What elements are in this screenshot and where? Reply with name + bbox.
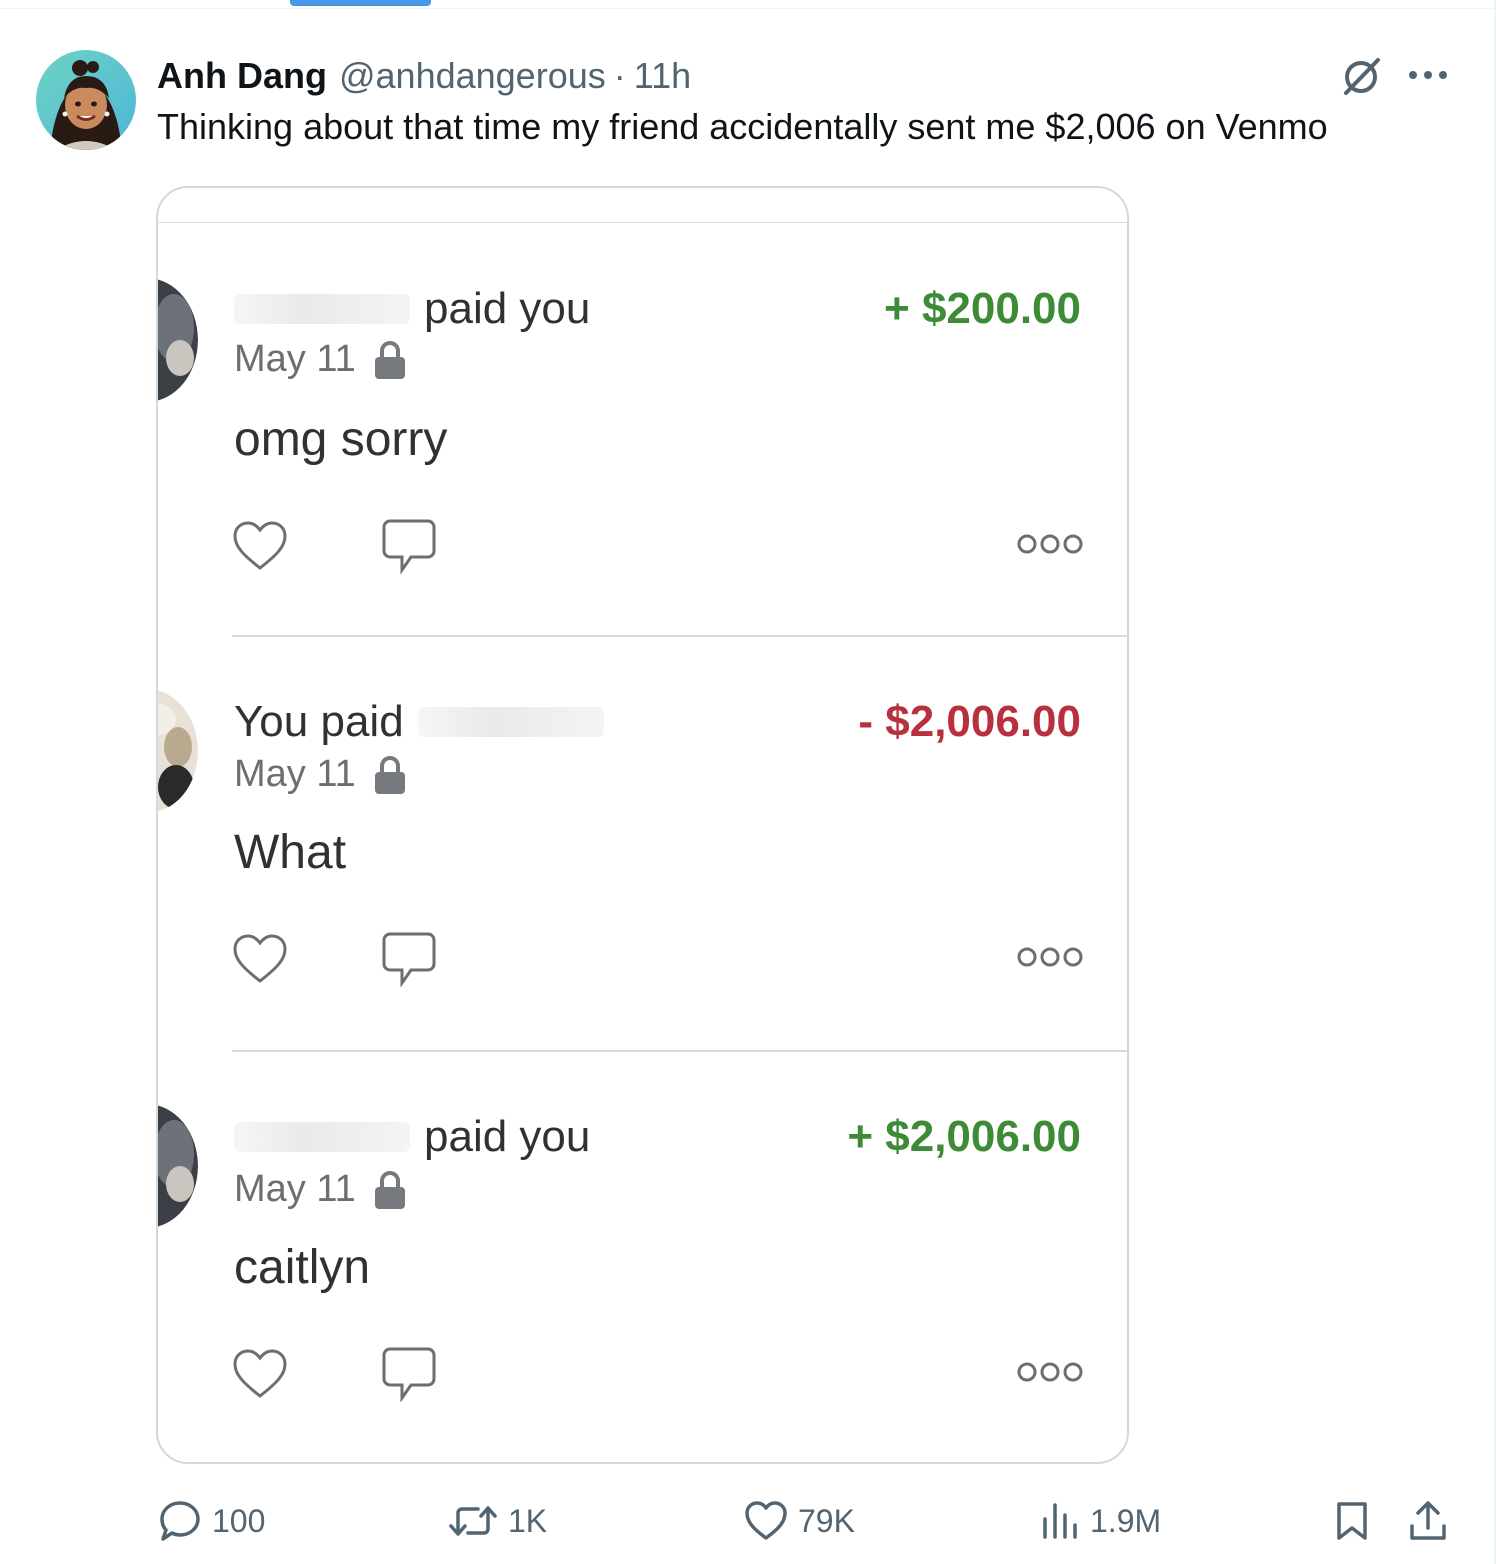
redacted-name (234, 1122, 410, 1152)
more-options-icon[interactable] (1016, 1360, 1084, 1384)
reply-button[interactable]: 100 (158, 1494, 265, 1548)
views-count: 1.9M (1090, 1502, 1162, 1539)
share-button[interactable] (1408, 1494, 1458, 1548)
transaction-title: paid you (234, 284, 590, 334)
heart-icon[interactable] (232, 1348, 288, 1400)
transaction-item[interactable]: You paid - $2,006.00 May 11 What (158, 637, 1127, 1052)
more-horizontal-icon[interactable] (1408, 64, 1448, 86)
like-count: 79K (798, 1502, 855, 1539)
author-handle[interactable]: @anhdangerous (339, 55, 606, 97)
transaction-action-text: paid you (424, 1112, 591, 1161)
repost-button[interactable]: 1K (448, 1494, 547, 1548)
more-options-icon[interactable] (1016, 945, 1084, 969)
transaction-note: omg sorry (234, 413, 448, 466)
transaction-amount: - $2,006.00 (858, 697, 1081, 746)
tweet-header: Anh Dang @anhdangerous · 11h (157, 54, 691, 98)
transaction-date-text: May 11 (234, 1168, 356, 1210)
avatar-illustration (36, 50, 136, 150)
top-divider (0, 8, 1496, 9)
transaction-avatar (158, 689, 198, 813)
heart-icon[interactable] (232, 520, 288, 572)
transaction-note: What (234, 826, 347, 879)
reply-icon (160, 1501, 200, 1541)
tweet-media-image[interactable]: paid you + $200.00 May 11 omg sorry You … (156, 186, 1129, 1464)
transaction-date-text: May 11 (234, 753, 356, 795)
bookmark-button[interactable] (1334, 1494, 1380, 1548)
redacted-name (417, 707, 604, 737)
like-button[interactable]: 79K (744, 1494, 855, 1548)
transaction-item[interactable]: paid you + $2,006.00 May 11 caitlyn (158, 1052, 1127, 1462)
repost-count: 1K (508, 1502, 548, 1539)
repost-icon (449, 1506, 497, 1536)
lock-icon (374, 755, 405, 794)
lock-icon (374, 1170, 405, 1209)
author-avatar[interactable] (36, 50, 136, 150)
tweet-timestamp[interactable]: 11h (634, 55, 691, 97)
transaction-title: paid you (234, 1112, 590, 1162)
transaction-title: You paid (234, 697, 604, 747)
transaction-date: May 11 (234, 753, 406, 796)
header-separator: · (613, 55, 626, 96)
transaction-action-text: paid you (424, 284, 591, 333)
grok-slash-icon[interactable] (1340, 56, 1384, 96)
transaction-item[interactable]: paid you + $200.00 May 11 omg sorry (158, 222, 1127, 637)
views-chart-icon (1043, 1503, 1077, 1539)
tweet-action-bar: 100 1K 79K 1.9M (0, 1494, 1496, 1548)
comment-icon[interactable] (382, 1346, 436, 1402)
more-options-icon[interactable] (1016, 532, 1084, 556)
transaction-date: May 11 (234, 338, 406, 381)
reply-count: 100 (212, 1502, 266, 1539)
transaction-action-text: You paid (234, 697, 404, 746)
transaction-note: caitlyn (234, 1241, 371, 1294)
redacted-name (234, 294, 410, 324)
share-icon (1410, 1501, 1446, 1540)
lock-icon (374, 340, 405, 379)
transaction-amount: + $2,006.00 (847, 1112, 1081, 1161)
transaction-date-text: May 11 (234, 338, 356, 380)
author-display-name[interactable]: Anh Dang (157, 55, 327, 97)
transaction-avatar (158, 278, 198, 402)
views-button[interactable]: 1.9M (1040, 1494, 1161, 1548)
comment-icon[interactable] (382, 931, 436, 987)
transaction-avatar (158, 1104, 198, 1228)
heart-icon (745, 1501, 787, 1540)
transaction-amount: + $200.00 (884, 284, 1081, 333)
bookmark-icon (1337, 1502, 1367, 1540)
comment-icon[interactable] (382, 518, 436, 574)
heart-icon[interactable] (232, 933, 288, 985)
active-tab-indicator (290, 0, 431, 6)
tweet-text: Thinking about that time my friend accid… (157, 106, 1328, 147)
transaction-date: May 11 (234, 1168, 406, 1211)
